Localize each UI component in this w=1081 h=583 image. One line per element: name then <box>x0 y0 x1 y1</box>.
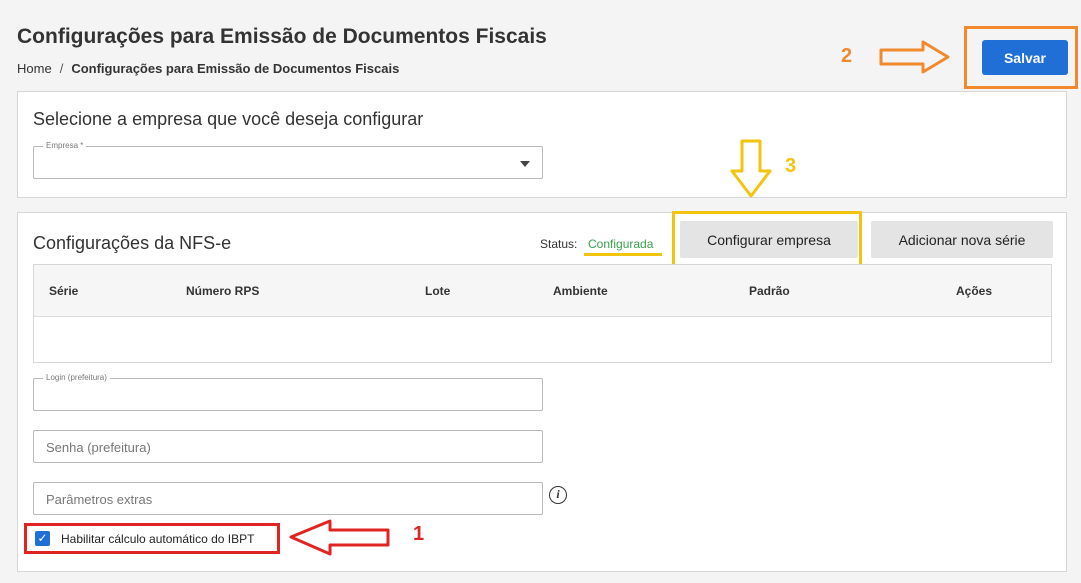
column-serie: Série <box>49 284 79 298</box>
breadcrumb-current: Configurações para Emissão de Documentos… <box>71 61 400 76</box>
nfse-config-card: Configurações da NFS-e Status: Configura… <box>17 211 1067 572</box>
login-field[interactable]: Login (prefeitura) <box>33 373 543 411</box>
company-select-card: Selecione a empresa que você deseja conf… <box>17 91 1067 198</box>
column-acoes: Ações <box>956 284 993 298</box>
ibpt-checkbox-row[interactable]: ✓ Habilitar cálculo automático do IBPT <box>24 523 280 554</box>
column-numero-rps: Número RPS <box>186 284 260 298</box>
status-label: Status: <box>540 237 578 251</box>
ibpt-checkbox[interactable]: ✓ <box>35 531 50 546</box>
column-lote: Lote <box>425 284 451 298</box>
company-select[interactable]: Empresa * <box>33 141 543 179</box>
annotation-arrow-left-icon <box>289 519 390 556</box>
password-field[interactable]: Senha (prefeitura) <box>33 430 543 463</box>
table-header: Série Número RPS Lote Ambiente Padrão Aç… <box>34 265 1051 317</box>
info-icon[interactable]: i <box>549 486 567 504</box>
nfse-card-title: Configurações da NFS-e <box>33 233 232 253</box>
save-button[interactable]: Salvar <box>982 40 1068 75</box>
company-card-title: Selecione a empresa que você deseja conf… <box>33 109 424 129</box>
page-title: Configurações para Emissão de Documentos… <box>17 25 547 48</box>
company-select-label: Empresa * <box>43 141 87 150</box>
column-ambiente: Ambiente <box>553 284 608 298</box>
chevron-down-icon[interactable] <box>520 161 530 167</box>
breadcrumb: Home / Configurações para Emissão de Docum… <box>17 61 399 76</box>
annotation-number-1: 1 <box>413 523 425 545</box>
ibpt-checkbox-label[interactable]: Habilitar cálculo automático do IBPT <box>61 532 254 546</box>
configure-company-button[interactable]: Configurar empresa <box>680 221 858 258</box>
annotation-arrow-down-icon <box>730 139 772 198</box>
password-placeholder: Senha (prefeitura) <box>46 440 151 455</box>
add-series-button[interactable]: Adicionar nova série <box>871 221 1053 258</box>
breadcrumb-separator: / <box>59 61 64 76</box>
annotation-arrow-right-icon <box>879 40 950 74</box>
extra-params-field[interactable]: Parâmetros extras <box>33 482 543 515</box>
extra-params-placeholder: Parâmetros extras <box>46 492 153 507</box>
status-value: Configurada <box>588 237 654 251</box>
column-padrao: Padrão <box>749 284 790 298</box>
annotation-number-3: 3 <box>785 155 797 177</box>
annotation-number-2: 2 <box>841 45 853 67</box>
series-table: Série Número RPS Lote Ambiente Padrão Aç… <box>33 264 1052 363</box>
status-highlight-underline <box>584 253 662 256</box>
login-field-label: Login (prefeitura) <box>43 373 110 382</box>
breadcrumb-home[interactable]: Home <box>17 61 52 76</box>
